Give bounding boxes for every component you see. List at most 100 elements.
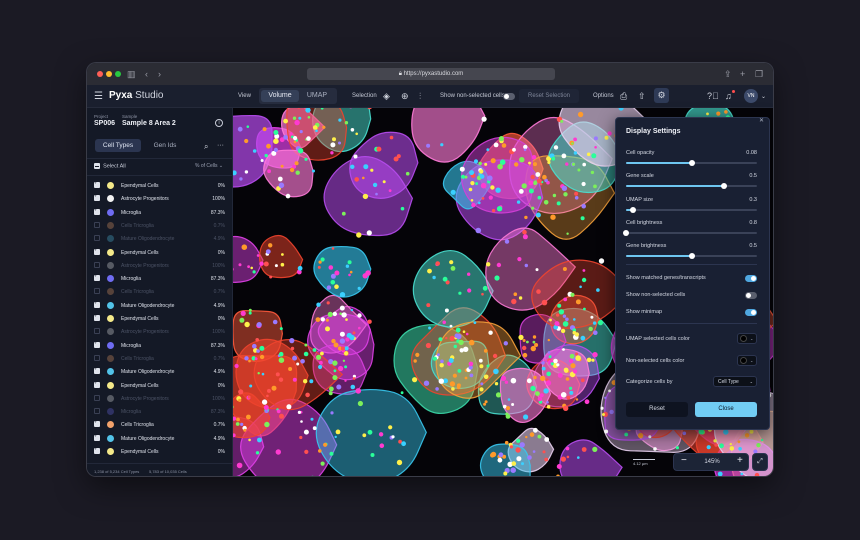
list-item[interactable]: Astrocyte Progenitors 100% (87, 259, 233, 272)
options-label: Options (593, 93, 614, 99)
zoom-in-button[interactable]: + (737, 455, 743, 466)
list-item[interactable]: Ependymal Cells 0% (87, 379, 233, 392)
tab-gen-ids[interactable]: Gen Ids (143, 139, 187, 152)
list-item[interactable]: Cells Tricroglia 0.7% (87, 285, 233, 298)
maximize-window-button[interactable] (115, 71, 121, 77)
row-checkbox[interactable] (94, 180, 100, 188)
list-item[interactable]: Mature Oligodendrocyte 4.9% (87, 432, 233, 445)
reset-button[interactable]: Reset (626, 402, 688, 417)
list-item[interactable]: Microglia 87.3% (87, 272, 233, 285)
tabs-overview-icon[interactable]: ❐ (755, 68, 763, 80)
list-item[interactable]: Ependymal Cells 0% (87, 312, 233, 325)
gene-dot (560, 119, 564, 123)
row-checkbox[interactable] (94, 273, 100, 282)
non-selected-color-picker[interactable]: ⌄ (737, 355, 757, 366)
info-icon[interactable]: i (215, 119, 223, 127)
list-item[interactable]: Ependymal Cells 0% (87, 246, 233, 259)
layers-icon[interactable]: ◈ (383, 91, 390, 101)
list-item[interactable]: Microglia 87.3% (87, 405, 233, 418)
row-checkbox[interactable] (94, 366, 100, 375)
back-icon[interactable]: ‹ (145, 68, 148, 80)
row-checkbox[interactable] (94, 261, 100, 268)
list-item[interactable]: Cells Tricroglia 0.7% (87, 352, 233, 365)
list-item[interactable]: Microglia 87.3% (87, 339, 233, 352)
row-checkbox[interactable] (94, 193, 100, 202)
list-item[interactable]: Ependymal Cells 0% (87, 179, 233, 192)
tab-umap[interactable]: UMAP (299, 90, 335, 102)
sort-select[interactable]: % of Cells ⌄ (195, 163, 223, 169)
list-item[interactable]: Astrocyte Progenitors 100% (87, 392, 233, 405)
row-checkbox[interactable] (94, 313, 100, 321)
row-checkbox[interactable] (94, 433, 100, 441)
list-item[interactable]: Cells Tricroglia 0.7% (87, 418, 233, 431)
row-checkbox[interactable] (94, 235, 100, 242)
bookmark-icon[interactable]: ⎙ (620, 91, 627, 101)
list-item[interactable]: Mature Oligodendrocyte 4.9% (87, 232, 233, 245)
select-all-checkbox[interactable] (94, 163, 100, 169)
toggle-switch[interactable] (745, 309, 757, 316)
help-icon[interactable]: ?⃝ (707, 91, 719, 101)
close-button[interactable]: Close (695, 402, 757, 417)
show-non-selected-toggle[interactable] (503, 93, 515, 100)
list-item[interactable]: Astrocyte Progenitors 100% (87, 192, 233, 205)
row-checkbox[interactable] (94, 221, 100, 228)
list-item[interactable]: Ependymal Cells 0% (87, 445, 233, 458)
fullscreen-icon[interactable]: ⤢ (752, 453, 768, 471)
row-checkbox[interactable] (94, 354, 100, 361)
list-item[interactable]: Cells Tricroglia 0.7% (87, 219, 233, 232)
minimize-window-button[interactable] (106, 71, 112, 77)
slider-handle[interactable] (623, 229, 629, 236)
row-checkbox[interactable] (94, 446, 100, 454)
row-checkbox[interactable] (94, 328, 100, 335)
slider-track[interactable] (626, 160, 757, 166)
forward-icon[interactable]: › (158, 68, 161, 80)
list-item[interactable]: Mature Oligodendrocyte 4.9% (87, 299, 233, 312)
slider-handle[interactable] (629, 206, 636, 213)
tab-volume[interactable]: Volume (261, 90, 299, 102)
url-bar[interactable]: 🔒︎ https://pyxastudio.com (307, 68, 555, 80)
row-checkbox[interactable] (94, 408, 100, 415)
export-icon[interactable]: ⇧ (638, 91, 646, 101)
search-icon[interactable]: ⌕ (204, 142, 208, 152)
row-checkbox[interactable] (94, 207, 100, 215)
chevron-down-icon[interactable]: ⌄ (761, 92, 766, 102)
close-icon[interactable]: ✕ (759, 117, 764, 124)
list-item[interactable]: Astrocyte Progenitors 100% (87, 325, 233, 338)
list-item[interactable]: Microglia 87.3% (87, 206, 233, 219)
close-window-button[interactable] (97, 71, 103, 77)
tab-cell-types[interactable]: Cell Types (95, 139, 141, 152)
adjust-sliders-icon[interactable]: ⫶ (419, 91, 421, 101)
reset-selection-button[interactable]: Reset Selection (519, 89, 579, 103)
slider-handle[interactable] (688, 253, 695, 260)
select-all[interactable]: Select All (94, 163, 126, 169)
avatar[interactable]: VN (744, 89, 758, 103)
slider-track[interactable] (626, 206, 757, 213)
row-checkbox[interactable] (94, 380, 100, 388)
toggle-switch[interactable] (745, 275, 757, 282)
slider-handle[interactable] (688, 160, 695, 166)
toggle-switch[interactable] (745, 292, 757, 299)
row-checkbox[interactable] (94, 300, 100, 308)
list-item[interactable]: Mature Oligodendrocyte 4.9% (87, 365, 233, 378)
menu-icon[interactable]: ☰ (94, 91, 103, 102)
row-checkbox[interactable] (94, 394, 100, 401)
more-options-icon[interactable]: ··· (217, 142, 224, 149)
umap-selected-color-picker[interactable]: ⌄ (737, 333, 757, 344)
categorize-select[interactable]: Cell Type ⌄ (713, 376, 757, 387)
row-checkbox[interactable] (94, 340, 100, 348)
notification-bell-icon[interactable]: ♫ (725, 91, 732, 101)
new-tab-icon[interactable]: + (740, 68, 745, 80)
target-icon[interactable]: ⊕ (401, 91, 409, 101)
sidebar-toggle-icon[interactable]: ▥ (127, 68, 136, 80)
row-checkbox[interactable] (94, 247, 100, 255)
slider-track[interactable] (623, 229, 757, 236)
share-icon[interactable]: ⇪ (724, 68, 732, 80)
settings-gear-icon[interactable]: ⚙ (654, 88, 669, 103)
row-checkbox[interactable] (94, 288, 100, 295)
slider-track[interactable] (626, 183, 757, 190)
cell-type-percent: 87.3% (210, 409, 225, 416)
row-checkbox[interactable] (94, 419, 100, 428)
gene-dot (565, 446, 570, 451)
slider-handle[interactable] (721, 183, 728, 190)
slider-track[interactable] (626, 253, 757, 260)
